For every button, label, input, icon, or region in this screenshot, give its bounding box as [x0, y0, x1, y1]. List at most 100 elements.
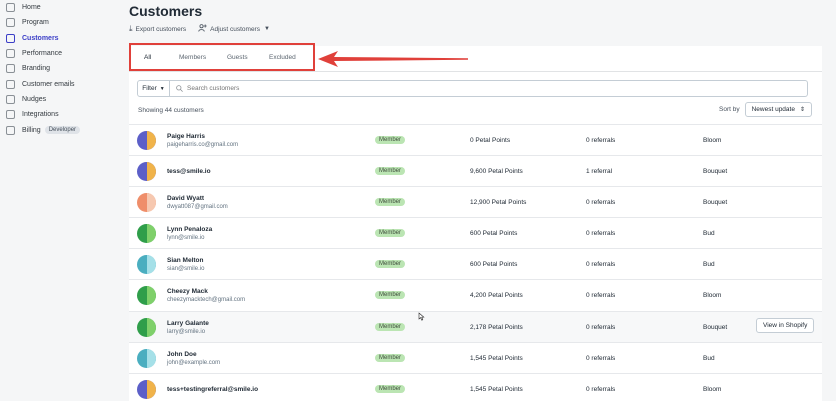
export-customers-label: Export customers	[135, 25, 187, 33]
customer-name[interactable]: Larry Galante	[167, 320, 209, 327]
plan-badge: Developer	[44, 126, 81, 135]
customer-name[interactable]: John Doe	[167, 351, 197, 358]
sort-arrows-icon: ⇕	[799, 107, 805, 113]
status-badge: Member	[375, 353, 406, 362]
customer-name[interactable]: tess@smile.io	[167, 168, 211, 175]
avatar	[137, 348, 156, 368]
table-row[interactable]: Paige Harris paigeharris.co@gmail.com Memb…	[129, 124, 822, 155]
sidebar-item-label: Branding	[22, 65, 51, 73]
referral-count: 0 referrals	[586, 323, 616, 331]
customer-email: larry@smile.io	[167, 328, 206, 335]
filter-label: Filter	[142, 85, 157, 92]
vip-tier: Bud	[703, 230, 715, 238]
sidebar-item-nudges[interactable]: Nudges	[0, 92, 118, 107]
table-row[interactable]: tess@smile.io Member 9,600 Petal Points 1 r…	[129, 155, 822, 186]
download-icon: ⤓	[129, 24, 133, 33]
table-row[interactable]: Larry Galante larry@smile.io Member 2,178 P…	[129, 310, 822, 342]
table-row[interactable]: John Doe john@example.com Member 1,545 Peta…	[129, 341, 822, 373]
customer-name[interactable]: Cheezy Mack	[167, 288, 208, 295]
filter-row: Filter ▼	[137, 80, 808, 97]
table-row[interactable]: Lynn Penaloza lynn@smile.io Member 600 Peta…	[129, 217, 822, 248]
customer-email: cheezymacktech@gmail.com	[167, 297, 246, 304]
customer-email: dwyatt087@gmail.com	[167, 204, 228, 211]
add-person-icon	[198, 24, 207, 34]
customer-name[interactable]: tess+testingreferral@smile.io	[167, 386, 258, 393]
caret-down-icon: ▼	[263, 26, 270, 32]
vip-tier: Bouquet	[703, 168, 728, 176]
home-icon	[6, 3, 15, 13]
customers-card: Filter ▼ Showing 44 customers Sort by Ne…	[129, 72, 822, 401]
sidebar-item-program[interactable]: Program	[0, 15, 118, 30]
vip-tier: Bud	[703, 354, 715, 362]
annotation-arrow-icon	[318, 51, 468, 67]
referral-count: 0 referrals	[586, 137, 616, 144]
status-badge: Member	[375, 260, 406, 269]
adjust-customers-button[interactable]: Adjust customers ▼	[198, 24, 270, 34]
avatar	[137, 131, 156, 150]
vip-tier: Bouquet	[703, 323, 728, 331]
customer-name[interactable]: David Wyatt	[167, 195, 204, 202]
points-balance: 600 Petal Points	[470, 261, 518, 269]
sidebar-item-label: Program	[22, 19, 49, 27]
status-badge: Member	[375, 136, 406, 144]
page-title: Customers	[129, 3, 203, 19]
status-badge: Member	[375, 384, 406, 393]
vip-tier: Bud	[703, 261, 715, 269]
sidebar-item-label: Home	[22, 4, 41, 12]
sidebar-item-customer-emails[interactable]: Customer emails	[0, 76, 118, 91]
table-row[interactable]: David Wyatt dwyatt087@gmail.com Member 12,9…	[129, 186, 822, 217]
avatar	[137, 286, 156, 306]
sidebar-item-home[interactable]: Home	[0, 0, 118, 15]
avatar	[137, 255, 156, 275]
sidebar-item-label: Billing	[22, 126, 41, 134]
sidebar-item-performance[interactable]: Performance	[0, 46, 118, 61]
avatar	[137, 224, 156, 244]
customer-list: Paige Harris paigeharris.co@gmail.com Memb…	[129, 124, 822, 401]
caret-down-icon: ▼	[159, 85, 165, 92]
status-badge: Member	[375, 291, 406, 300]
grid-icon	[6, 110, 15, 120]
export-customers-button[interactable]: ⤓ Export customers	[129, 24, 186, 34]
customer-name[interactable]: Sian Melton	[167, 257, 203, 264]
search-input[interactable]	[187, 85, 787, 92]
page-actions: ⤓ Export customers Adjust customers ▼	[129, 24, 282, 34]
chart-icon	[6, 49, 15, 59]
avatar	[137, 317, 156, 337]
avatar	[137, 193, 156, 213]
sidebar-item-branding[interactable]: Branding	[0, 61, 118, 76]
sidebar-item-customers[interactable]: Customers	[0, 31, 118, 46]
avatar	[137, 379, 156, 399]
vip-tier: Bouquet	[703, 199, 728, 207]
customer-email: paigeharris.co@gmail.com	[167, 142, 239, 148]
sidebar: Home Program Customers Performance Branding C…	[0, 0, 118, 401]
tabs-highlight-box	[129, 43, 315, 71]
adjust-customers-label: Adjust customers	[210, 25, 260, 33]
table-row[interactable]: Sian Melton sian@smile.io Member 600 Petal …	[129, 248, 822, 279]
view-in-shopify-button[interactable]: View in Shopify	[756, 317, 815, 333]
points-balance: 1,545 Petal Points	[470, 385, 523, 393]
sort-select[interactable]: Newest update ⇕	[744, 102, 812, 117]
showing-count: Showing 44 customers	[138, 107, 204, 114]
status-badge: Member	[375, 198, 406, 207]
sort-label: Sort by	[719, 106, 740, 113]
search-box	[170, 80, 808, 97]
sidebar-item-integrations[interactable]: Integrations	[0, 107, 118, 122]
mouse-pointer-icon	[418, 312, 425, 321]
customer-name[interactable]: Lynn Penaloza	[167, 226, 212, 233]
table-row[interactable]: Cheezy Mack cheezymacktech@gmail.com Membe…	[129, 279, 822, 310]
paintbrush-icon	[6, 64, 15, 74]
status-badge: Member	[375, 167, 406, 176]
filter-button[interactable]: Filter ▼	[137, 80, 170, 97]
sidebar-item-label: Customer emails	[22, 80, 75, 88]
points-balance: 9,600 Petal Points	[470, 168, 523, 176]
referral-count: 1 referral	[586, 168, 613, 176]
points-balance: 0 Petal Points	[470, 137, 511, 144]
sidebar-item-label: Customers	[22, 34, 59, 42]
customer-name[interactable]: Paige Harris	[167, 133, 205, 140]
table-row[interactable]: tess+testingreferral@smile.io Member 1,545…	[129, 372, 822, 401]
referral-count: 0 referrals	[586, 385, 616, 393]
sort-value: Newest update	[751, 106, 795, 113]
sidebar-item-label: Nudges	[22, 95, 47, 103]
referral-count: 0 referrals	[586, 292, 616, 300]
sidebar-item-billing[interactable]: Billing Developer	[0, 122, 118, 137]
